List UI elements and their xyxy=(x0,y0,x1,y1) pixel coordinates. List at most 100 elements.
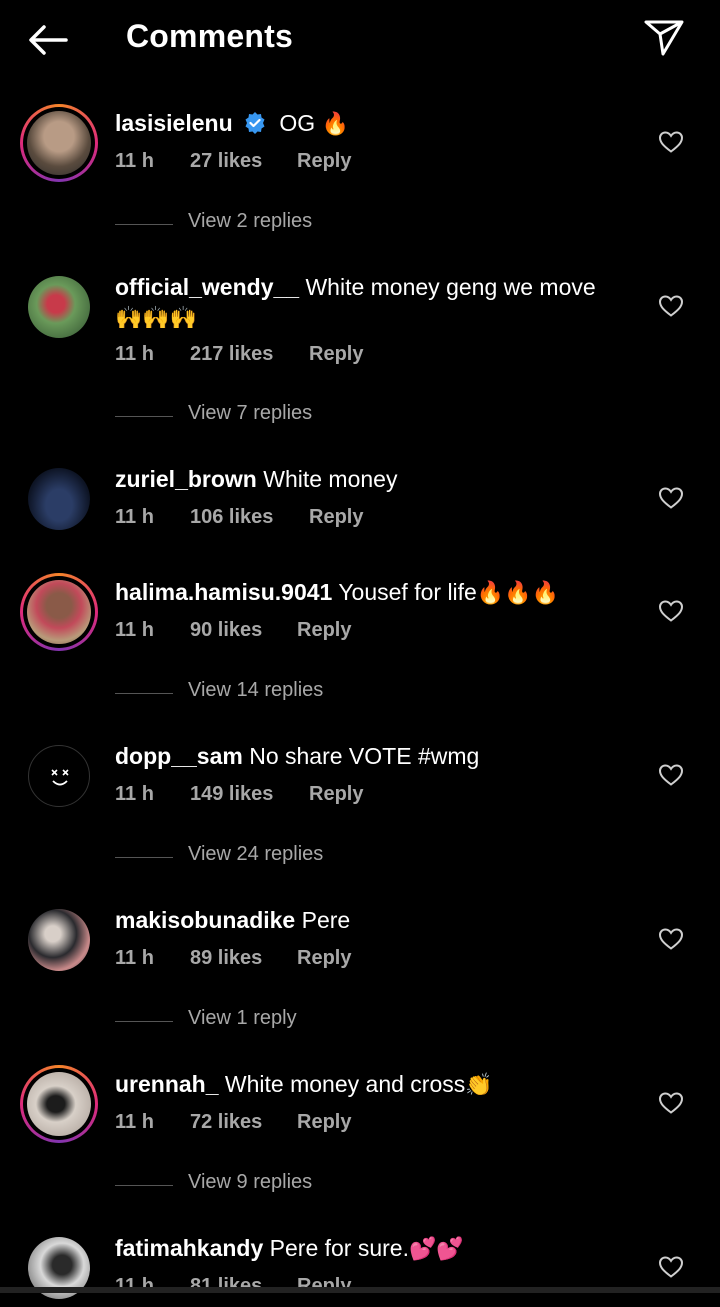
comment-text: White money and cross xyxy=(224,1071,466,1097)
avatar-image xyxy=(27,111,91,175)
comment-time: 11 h xyxy=(115,506,154,528)
comment-body: lasisielenu OG 🔥 xyxy=(115,108,625,142)
comment-likes[interactable]: 89 likes xyxy=(190,947,262,970)
avatar-image xyxy=(28,745,90,807)
avatar[interactable] xyxy=(20,901,98,979)
header: Comments xyxy=(0,0,720,80)
avatar[interactable] xyxy=(20,268,98,346)
comment-time: 11 h xyxy=(115,783,154,805)
avatar[interactable] xyxy=(20,1229,98,1307)
comment-emoji: 💕💕 xyxy=(409,1236,464,1261)
avatar-image xyxy=(28,468,90,530)
avatar-image xyxy=(27,1072,91,1136)
reply-button[interactable]: Reply xyxy=(309,506,363,529)
like-heart-icon[interactable] xyxy=(658,486,684,510)
avatar[interactable] xyxy=(20,460,98,538)
smiley-face-icon xyxy=(51,769,69,786)
comment-text: OG xyxy=(279,110,316,136)
avatar-image xyxy=(28,909,90,971)
view-replies-label: View 9 replies xyxy=(188,1171,313,1193)
comment-body: official_wendy__ White money geng we mov… xyxy=(115,272,625,333)
verified-badge-icon xyxy=(243,111,267,142)
divider xyxy=(115,224,173,225)
comment-username[interactable]: zuriel_brown xyxy=(115,466,257,492)
comment-username[interactable]: lasisielenu xyxy=(115,110,233,136)
avatar[interactable] xyxy=(20,737,98,815)
avatar-image xyxy=(28,276,90,338)
divider xyxy=(115,1185,173,1186)
like-heart-icon[interactable] xyxy=(658,927,684,951)
comment-text: White money geng we move xyxy=(305,274,596,300)
comment-text: Yousef for life xyxy=(338,579,477,605)
avatar[interactable] xyxy=(20,104,98,182)
view-replies-label: View 24 replies xyxy=(188,843,324,865)
view-replies-button[interactable]: View 1 reply xyxy=(115,1007,515,1037)
reply-button[interactable]: Reply xyxy=(297,1275,351,1287)
divider xyxy=(115,416,173,417)
like-heart-icon[interactable] xyxy=(658,294,684,318)
comment-username[interactable]: fatimahkandy xyxy=(115,1235,263,1261)
comment-username[interactable]: dopp__sam xyxy=(115,743,243,769)
reply-button[interactable]: Reply xyxy=(309,343,363,366)
like-heart-icon[interactable] xyxy=(658,599,684,623)
divider xyxy=(115,1021,173,1022)
comment-body: halima.hamisu.9041 Yousef for life🔥🔥🔥 xyxy=(115,577,625,608)
reply-button[interactable]: Reply xyxy=(297,150,351,173)
comment-emoji: 🔥 xyxy=(321,111,349,136)
view-replies-label: View 7 replies xyxy=(188,402,313,424)
comment-time: 11 h xyxy=(115,1275,154,1287)
comment-body: zuriel_brown White money xyxy=(115,464,625,494)
like-heart-icon[interactable] xyxy=(658,763,684,787)
comment-likes[interactable]: 27 likes xyxy=(190,150,262,173)
view-replies-button[interactable]: View 7 replies xyxy=(115,402,515,432)
comment-emoji: 🙌🙌🙌 xyxy=(115,305,198,330)
comment-username[interactable]: makisobunadike xyxy=(115,907,295,933)
view-replies-button[interactable]: View 24 replies xyxy=(115,843,515,873)
avatar[interactable] xyxy=(20,1065,98,1143)
reply-button[interactable]: Reply xyxy=(297,1111,351,1134)
comment-username[interactable]: urennah_ xyxy=(115,1071,219,1097)
comment-emoji: 🔥🔥🔥 xyxy=(476,580,560,605)
comment-likes[interactable]: 81 likes xyxy=(190,1275,262,1287)
view-replies-button[interactable]: View 2 replies xyxy=(115,210,515,240)
view-replies-label: View 2 replies xyxy=(188,210,313,232)
comment-body: urennah_ White money and cross👏 xyxy=(115,1069,625,1100)
page-title: Comments xyxy=(126,18,293,54)
comment-likes[interactable]: 90 likes xyxy=(190,619,262,642)
comment-text: No share VOTE #wmg xyxy=(249,743,480,769)
comment-time: 11 h xyxy=(115,343,154,365)
avatar-image xyxy=(27,580,91,644)
comment-time: 11 h xyxy=(115,947,154,969)
comment-time: 11 h xyxy=(115,619,154,641)
share-send-icon[interactable] xyxy=(642,18,686,58)
comment-likes[interactable]: 72 likes xyxy=(190,1111,262,1134)
comment-emoji: 👏 xyxy=(465,1072,493,1097)
comment-text: White money xyxy=(263,466,398,492)
reply-button[interactable]: Reply xyxy=(297,619,351,642)
comment-body: fatimahkandy Pere for sure.💕💕 xyxy=(115,1233,625,1264)
view-replies-button[interactable]: View 9 replies xyxy=(115,1171,515,1201)
comment-text: Pere for sure. xyxy=(269,1235,409,1261)
comment-username[interactable]: official_wendy__ xyxy=(115,274,299,300)
view-replies-button[interactable]: View 14 replies xyxy=(115,679,515,709)
reply-button[interactable]: Reply xyxy=(309,783,363,806)
like-heart-icon[interactable] xyxy=(658,1255,684,1279)
avatar[interactable] xyxy=(20,573,98,651)
comment-body: dopp__sam No share VOTE #wmg xyxy=(115,741,625,771)
comment-meta: 11 h 81 likes Reply xyxy=(115,1275,415,1287)
comment-time: 11 h xyxy=(115,150,154,172)
back-arrow-icon[interactable] xyxy=(26,22,70,58)
comment-likes[interactable]: 149 likes xyxy=(190,783,273,806)
bottom-edge xyxy=(0,1287,720,1293)
like-heart-icon[interactable] xyxy=(658,130,684,154)
reply-button[interactable]: Reply xyxy=(297,947,351,970)
comment-time: 11 h xyxy=(115,1111,154,1133)
view-replies-label: View 14 replies xyxy=(188,679,324,701)
comment-likes[interactable]: 217 likes xyxy=(190,343,273,366)
view-replies-label: View 1 reply xyxy=(188,1007,297,1029)
like-heart-icon[interactable] xyxy=(658,1091,684,1115)
comment-body: makisobunadike Pere xyxy=(115,905,625,935)
comment-text: Pere xyxy=(301,907,351,933)
comment-username[interactable]: halima.hamisu.9041 xyxy=(115,579,332,605)
comment-likes[interactable]: 106 likes xyxy=(190,506,273,529)
